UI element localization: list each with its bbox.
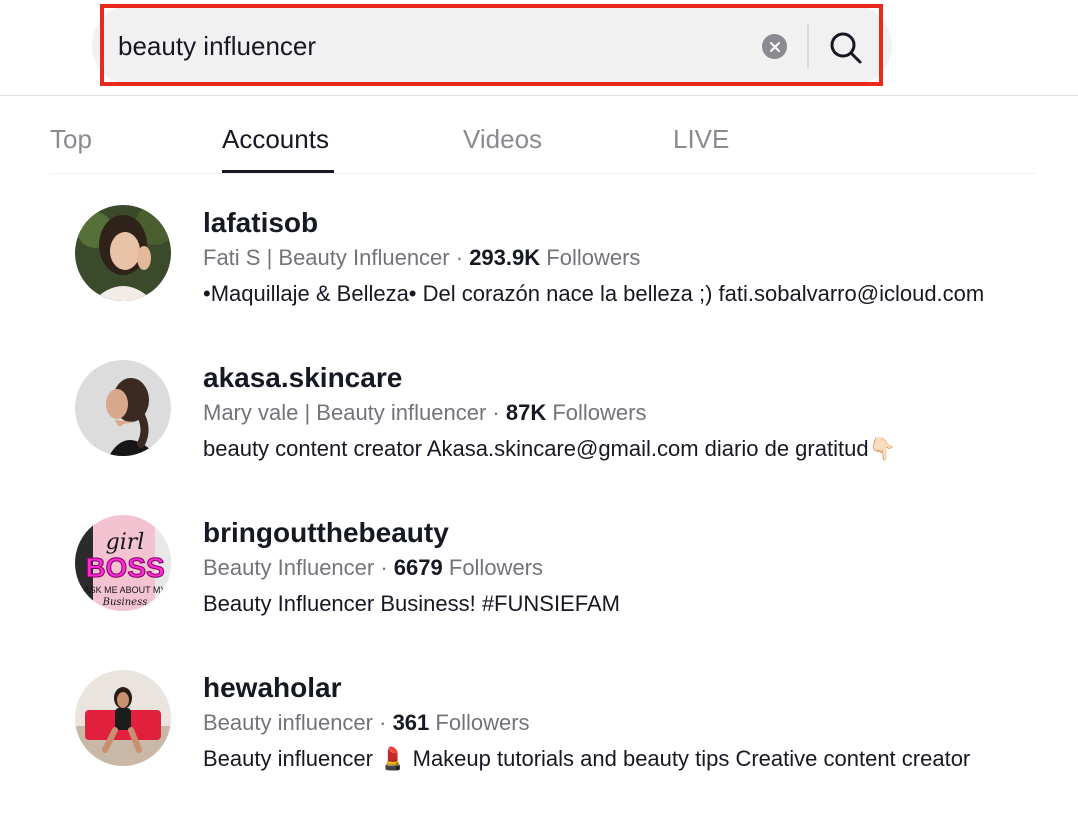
account-row[interactable]: hewaholar Beauty influencer · 361 Follow…	[75, 670, 1065, 780]
account-row[interactable]: akasa.skincare Mary vale | Beauty influe…	[75, 360, 1065, 470]
tab-videos[interactable]: Videos	[463, 124, 542, 155]
followers-label: Followers	[552, 400, 647, 425]
avatar[interactable]	[75, 360, 171, 456]
follower-count: 6679	[393, 555, 443, 580]
account-row[interactable]: lafatisob Fati S | Beauty Influencer · 2…	[75, 205, 1065, 315]
meta-separator: ·	[374, 555, 394, 580]
account-bio: Beauty influencer 💄 Makeup tutorials and…	[203, 746, 971, 771]
account-username: hewaholar	[203, 672, 342, 703]
meta-separator: ·	[449, 245, 470, 270]
account-bio: beauty content creator Akasa.skincare@gm…	[203, 436, 896, 461]
account-meta: Beauty Influencer · 6679 Followers	[203, 555, 543, 581]
avatar-text-line4: Business	[102, 597, 148, 608]
avatar[interactable]: girl BOSS ASK ME ABOUT MY Business	[75, 515, 171, 611]
account-display-name: Beauty Influencer	[203, 555, 375, 580]
account-meta: Beauty influencer · 361 Followers	[203, 710, 530, 736]
followers-label: Followers	[448, 555, 544, 580]
account-username: lafatisob	[203, 207, 319, 238]
follower-count: 87K	[505, 400, 547, 425]
account-meta: Fati S | Beauty Influencer · 293.9K Foll…	[203, 245, 640, 271]
avatar-text-line2: BOSS	[85, 552, 164, 583]
account-username: bringoutthebeauty	[203, 517, 449, 548]
result-tabs: Top Accounts Videos LIVE	[50, 96, 1035, 174]
account-display-name: Beauty influencer	[203, 710, 373, 735]
avatar-text-line3: ASK ME ABOUT MY	[84, 585, 167, 595]
tab-accounts[interactable]: Accounts	[222, 124, 329, 155]
tab-top[interactable]: Top	[50, 124, 92, 155]
top-header	[0, 0, 1078, 96]
account-display-name: Mary vale | Beauty influencer	[203, 400, 487, 425]
tab-live[interactable]: LIVE	[673, 124, 729, 155]
meta-separator: ·	[486, 400, 506, 425]
active-tab-indicator	[222, 170, 334, 173]
account-username: akasa.skincare	[203, 362, 403, 393]
account-meta: Mary vale | Beauty influencer · 87K Foll…	[203, 400, 646, 426]
followers-label: Followers	[546, 245, 641, 270]
account-bio: •Maquillaje & Belleza• Del corazón nace …	[203, 281, 985, 306]
followers-label: Followers	[435, 710, 530, 735]
avatar[interactable]	[75, 205, 171, 301]
follower-count: 293.9K	[469, 245, 541, 270]
follower-count: 361	[392, 710, 430, 735]
avatar[interactable]	[75, 670, 171, 766]
account-row[interactable]: girl BOSS ASK ME ABOUT MY Business bring…	[75, 515, 1065, 625]
search-highlight-box	[100, 4, 883, 86]
account-display-name: Fati S | Beauty Influencer	[203, 245, 450, 270]
meta-separator: ·	[373, 710, 393, 735]
account-bio: Beauty Influencer Business! #FUNSIEFAM	[203, 591, 620, 616]
